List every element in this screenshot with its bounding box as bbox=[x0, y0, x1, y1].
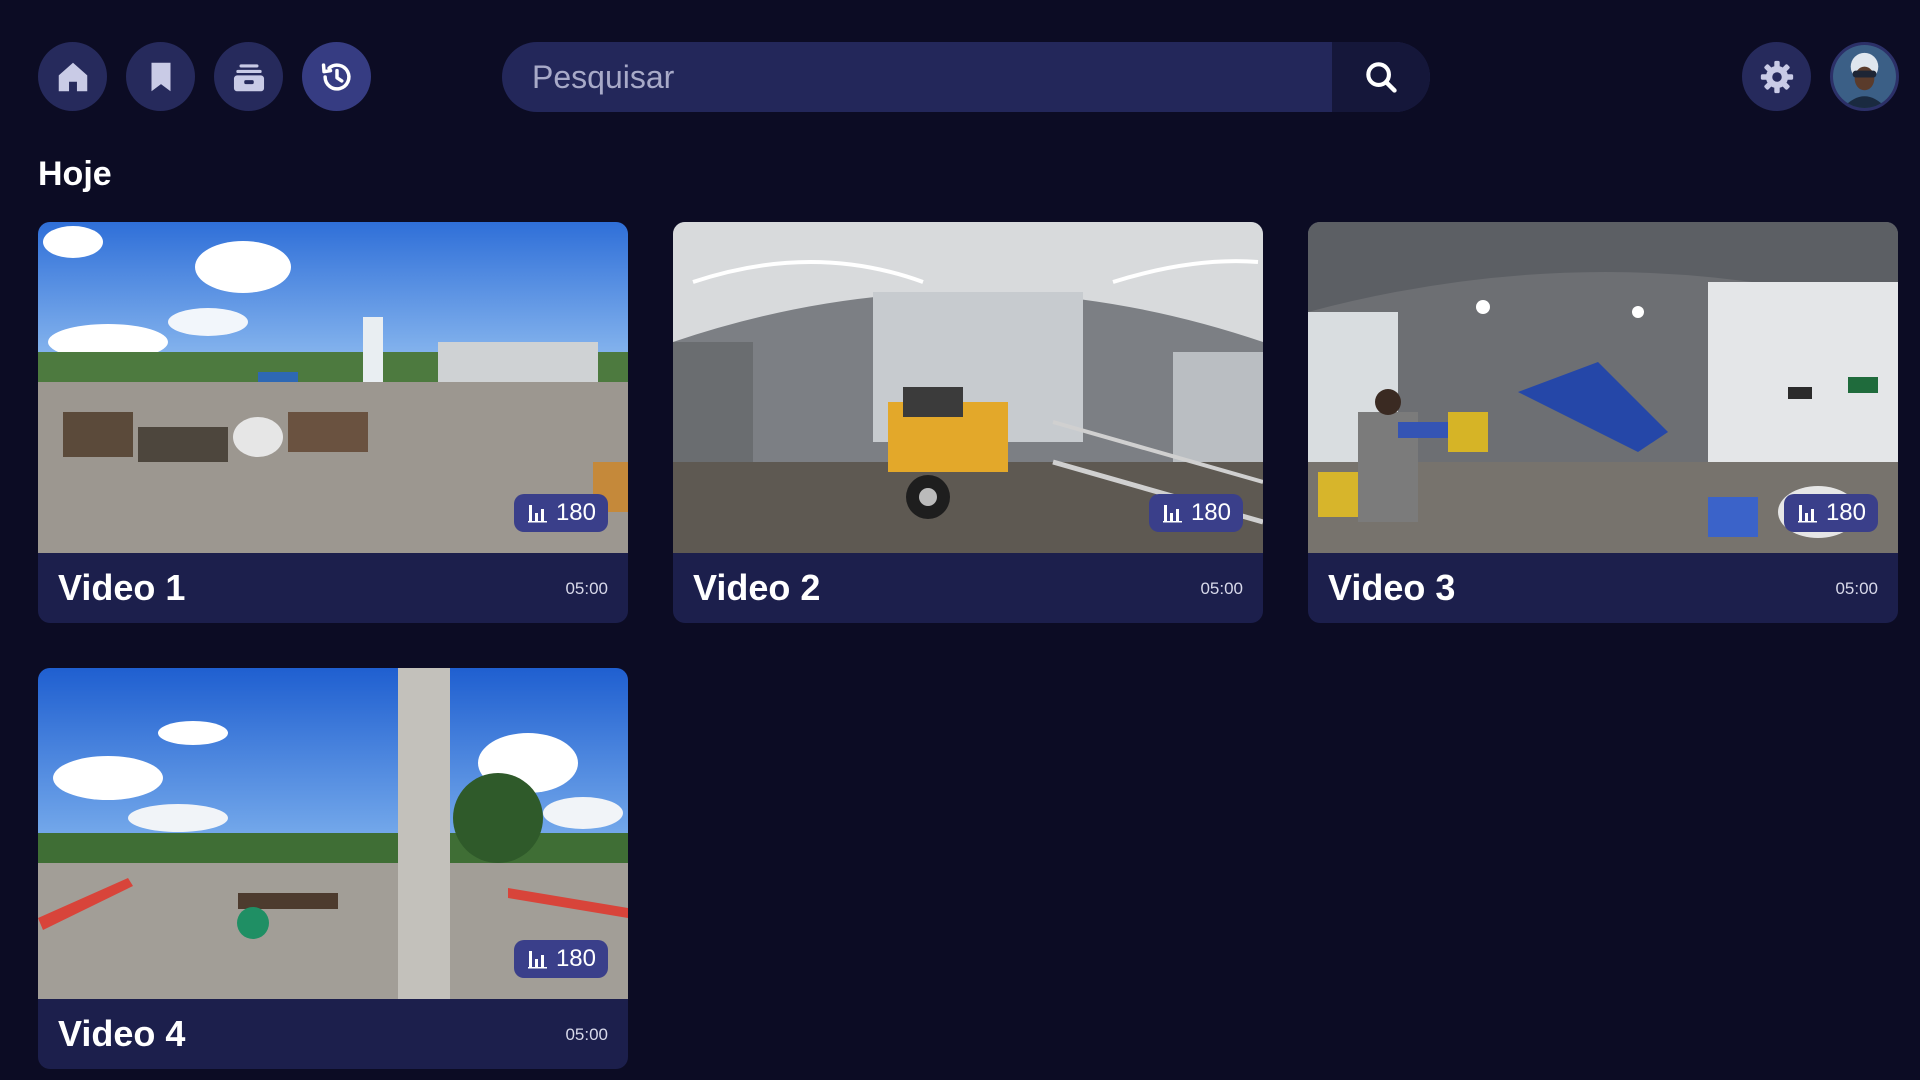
avatar[interactable] bbox=[1830, 42, 1899, 111]
search-button[interactable] bbox=[1332, 42, 1430, 112]
home-button[interactable] bbox=[38, 42, 107, 111]
settings-button[interactable] bbox=[1742, 42, 1811, 111]
views-badge: 180 bbox=[513, 940, 608, 978]
card-footer: Video 2 05:00 bbox=[673, 553, 1263, 623]
video-duration: 05:00 bbox=[1835, 579, 1878, 598]
views-count: 180 bbox=[1190, 499, 1231, 526]
video-card[interactable]: 180 Video 2 05:00 bbox=[673, 222, 1263, 623]
bar-chart-icon bbox=[1162, 505, 1182, 523]
video-duration: 05:00 bbox=[1200, 579, 1243, 598]
bookmark-icon bbox=[151, 62, 170, 91]
views-count: 180 bbox=[555, 945, 596, 972]
user-avatar-image bbox=[1833, 45, 1896, 108]
gear-icon bbox=[1760, 60, 1793, 93]
video-duration: 05:00 bbox=[565, 579, 608, 598]
bar-chart-icon bbox=[527, 951, 547, 969]
video-title: Video 4 bbox=[58, 1013, 186, 1054]
history-icon bbox=[321, 62, 351, 91]
bar-chart-icon bbox=[1797, 505, 1817, 523]
video-title: Video 3 bbox=[1328, 567, 1456, 608]
search-bar bbox=[502, 42, 1430, 112]
card-footer: Video 4 05:00 bbox=[38, 999, 628, 1069]
video-duration: 05:00 bbox=[565, 1025, 608, 1044]
library-button[interactable] bbox=[214, 42, 283, 111]
video-card[interactable]: 180 Video 1 05:00 bbox=[38, 222, 628, 623]
history-button[interactable] bbox=[302, 42, 371, 111]
media-box-icon bbox=[233, 63, 264, 91]
views-badge: 180 bbox=[513, 494, 608, 532]
video-title: Video 2 bbox=[693, 567, 821, 608]
video-card[interactable]: 180 Video 4 05:00 bbox=[38, 668, 628, 1069]
video-card[interactable]: 180 Video 3 05:00 bbox=[1308, 222, 1898, 623]
home-icon bbox=[58, 62, 87, 91]
video-title: Video 1 bbox=[58, 567, 186, 608]
search-input[interactable] bbox=[502, 42, 1330, 112]
card-footer: Video 1 05:00 bbox=[38, 553, 628, 623]
bar-chart-icon bbox=[527, 505, 547, 523]
search-icon bbox=[1366, 62, 1397, 93]
views-count: 180 bbox=[1825, 499, 1866, 526]
views-count: 180 bbox=[555, 499, 596, 526]
card-footer: Video 3 05:00 bbox=[1308, 553, 1898, 623]
section-title: Hoje bbox=[38, 155, 112, 193]
bookmarks-button[interactable] bbox=[126, 42, 195, 111]
top-bar bbox=[0, 0, 1920, 150]
views-badge: 180 bbox=[1148, 494, 1243, 532]
views-badge: 180 bbox=[1783, 494, 1878, 532]
